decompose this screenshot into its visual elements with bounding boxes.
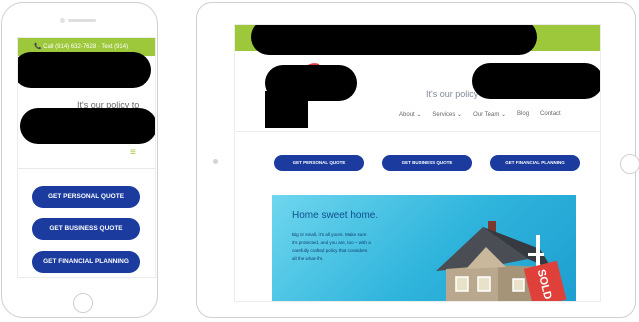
tablet-camera: [213, 159, 218, 164]
nav-item-about[interactable]: About ⌄: [399, 111, 421, 118]
nav-item-our-team[interactable]: Our Team ⌄: [473, 111, 506, 118]
phone-frame: 📞 Call (914) 632-7628 · Text (914) It's …: [1, 2, 158, 318]
tablet-main-nav: About ⌄ Services ⌄ Our Team ⌄ Blog Conta…: [399, 111, 561, 118]
phone-get-personal-quote-button[interactable]: GET PERSONAL QUOTE: [32, 186, 140, 208]
hero-text-line: Big or small, it's all yours. Make sure: [292, 232, 367, 237]
phone-get-business-quote-button[interactable]: GET BUSINESS QUOTE: [32, 218, 140, 240]
tablet-header-divider: [235, 131, 600, 132]
tablet-screen: It's our policy to About ⌄ Services ⌄ Ou…: [234, 24, 601, 302]
phone-header-divider: [18, 168, 155, 169]
phone-home-button[interactable]: [73, 293, 93, 313]
hero-banner: Home sweet home. Big or small, it's all …: [272, 195, 576, 301]
nav-item-blog[interactable]: Blog: [517, 111, 529, 118]
hero-text-line: it's protected, and you are, too – with …: [292, 240, 371, 245]
redaction-block: [265, 91, 308, 128]
tablet-get-business-quote-button[interactable]: GET BUSINESS QUOTE: [382, 155, 472, 171]
redaction-block: [20, 108, 155, 144]
tablet-frame: It's our policy to About ⌄ Services ⌄ Ou…: [196, 2, 639, 318]
phone-get-financial-planning-button[interactable]: GET FINANCIAL PLANNING: [32, 251, 140, 273]
nav-item-services[interactable]: Services ⌄: [432, 111, 462, 118]
hero-title: Home sweet home.: [292, 210, 379, 221]
nav-item-contact[interactable]: Contact: [540, 111, 561, 118]
hero-text: Big or small, it's all yours. Make sure …: [292, 231, 417, 263]
tablet-home-button[interactable]: [620, 154, 639, 174]
phone-call-text: 📞 Call (914) 632-7628 · Text (914): [34, 44, 129, 50]
hamburger-menu-icon[interactable]: ≡: [130, 147, 136, 158]
house-with-sold-sign-image: SOLD: [436, 221, 567, 301]
tablet-get-personal-quote-button[interactable]: GET PERSONAL QUOTE: [274, 155, 364, 171]
redaction-block: [472, 63, 600, 99]
hero-text-line: all the what-if's.: [292, 256, 324, 261]
phone-camera: [60, 18, 65, 23]
phone-screen: 📞 Call (914) 632-7628 · Text (914) It's …: [17, 37, 156, 278]
hero-text-line: carefully crafted policy that considers: [292, 248, 368, 253]
redaction-block: [251, 25, 537, 55]
phone-speaker: [68, 19, 96, 22]
redaction-block: [18, 52, 151, 88]
tablet-get-financial-planning-button[interactable]: GET FINANCIAL PLANNING: [490, 155, 580, 171]
